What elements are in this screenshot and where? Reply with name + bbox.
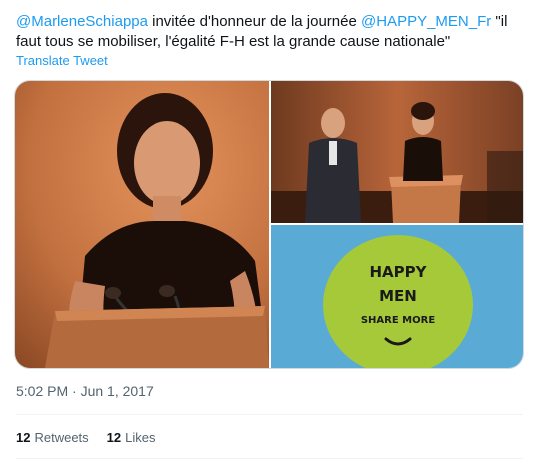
mention-marleneschiappa[interactable]: @MarleneSchiappa	[16, 13, 148, 30]
retweets-label: Retweets	[34, 430, 89, 445]
divider	[16, 414, 523, 415]
happy-men-sign-image: HAPPY MEN SHARE MORE	[271, 225, 523, 368]
tweet-text: @MarleneSchiappa invitée d'honneur de la…	[16, 12, 516, 52]
tweet-timestamp[interactable]: 5:02 PM · Jun 1, 2017	[16, 382, 154, 400]
photo-two-speakers[interactable]	[271, 81, 523, 223]
photo-speaker-image	[15, 81, 269, 368]
retweets-stat[interactable]: 12 Retweets	[16, 430, 89, 446]
likes-stat[interactable]: 12 Likes	[107, 430, 156, 446]
tweet-text-part1: invitée d'honneur de la journée	[147, 13, 361, 30]
mention-happy-men-fr[interactable]: @HAPPY_MEN_Fr	[361, 13, 491, 30]
retweets-count: 12	[16, 430, 31, 445]
media-grid: HAPPY MEN SHARE MORE	[14, 80, 524, 369]
likes-count: 12	[106, 430, 122, 445]
photo-speaker-podium[interactable]	[15, 81, 269, 368]
photo-happy-men-sign[interactable]: HAPPY MEN SHARE MORE	[271, 225, 523, 368]
tweet-stats: 12 Retweets 12 Likes	[16, 430, 156, 446]
sign-text-happy: HAPPY	[369, 263, 427, 281]
sign-text-share-more: SHARE MORE	[361, 315, 435, 326]
translate-tweet-link[interactable]: Translate Tweet	[16, 53, 108, 69]
divider	[16, 458, 523, 459]
photo-two-speakers-image	[271, 81, 523, 223]
likes-label: Likes	[125, 430, 156, 445]
sign-text-men: MEN	[379, 287, 417, 305]
